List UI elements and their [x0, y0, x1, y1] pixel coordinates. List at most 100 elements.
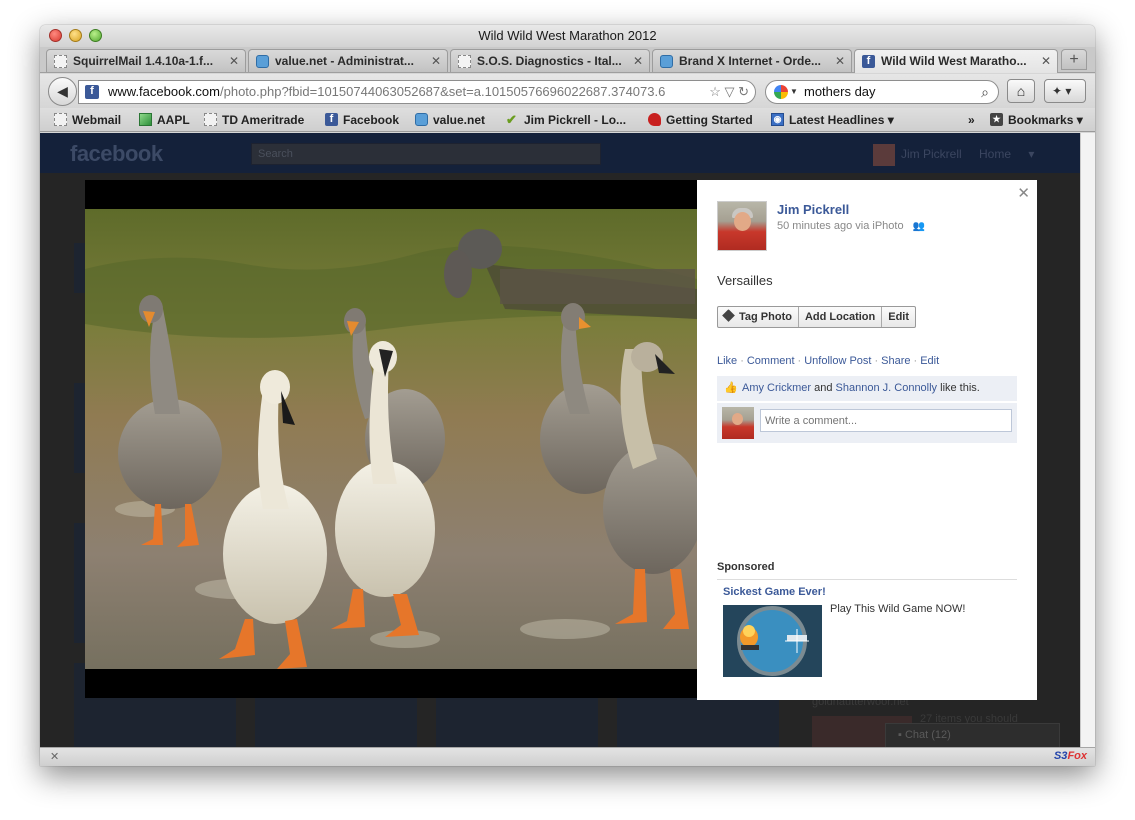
s3fox-addon-button[interactable]: S3Fox [1054, 750, 1087, 762]
photo-action-buttons: Tag Photo Add Location Edit [717, 306, 917, 328]
tab-wild-wild-west[interactable]: f Wild Wild West Maratho... ✕ [854, 49, 1058, 73]
bookmark-label: AAPL [157, 113, 190, 127]
bookmark-label: Getting Started [666, 113, 753, 127]
home-link[interactable]: Home [979, 147, 1011, 161]
home-button[interactable]: ⌂ [1007, 79, 1035, 103]
bookmarks-menu[interactable]: ★ Bookmarks ▾ [990, 108, 1083, 132]
avatar[interactable] [717, 201, 767, 251]
share-link[interactable]: Share [881, 355, 910, 367]
ad-title-link[interactable]: Sickest Game Ever! [723, 586, 826, 598]
bookmark-label: TD Ameritrade [222, 113, 305, 127]
url-bar[interactable]: f www.facebook.com/photo.php?fbid=101507… [78, 80, 756, 104]
blank-page-icon [54, 113, 67, 126]
bookmark-webmail[interactable]: Webmail [54, 108, 121, 132]
add-location-button[interactable]: Add Location [797, 307, 881, 327]
close-tab-icon[interactable]: ✕ [229, 50, 239, 72]
comment-input[interactable] [760, 409, 1012, 432]
facebook-logo[interactable]: facebook [70, 141, 163, 167]
comment-link[interactable]: Comment [747, 355, 795, 367]
bookmark-aapl[interactable]: AAPL [139, 108, 190, 132]
photo-geese[interactable] [85, 209, 697, 669]
addon-label-fox: Fox [1067, 750, 1087, 762]
engine-dropdown-icon[interactable]: ▼ [790, 81, 798, 103]
ie-page-icon [256, 55, 269, 68]
thumbs-up-icon: 👍 [724, 382, 738, 394]
bookmark-latest-headlines[interactable]: ◉ Latest Headlines ▾ [771, 108, 894, 132]
chevron-down-icon: ▾ [1065, 84, 1072, 98]
author-name[interactable]: Jim Pickrell [777, 202, 849, 217]
like-link[interactable]: Like [717, 355, 737, 367]
bookmarks-overflow-button[interactable]: » [968, 108, 975, 132]
ie-page-icon [660, 55, 673, 68]
back-button[interactable]: ◀ [48, 77, 77, 106]
chevron-down-icon[interactable]: ▾ [1028, 147, 1034, 161]
tag-icon [722, 309, 735, 322]
tab-sos-diagnostics[interactable]: S.O.S. Diagnostics - Ital... ✕ [450, 49, 650, 72]
blank-page-icon [54, 55, 67, 68]
edit-link[interactable]: Edit [920, 355, 939, 367]
chevron-down-icon: ▾ [1076, 113, 1083, 127]
facebook-icon: f [85, 85, 99, 99]
close-tab-icon[interactable]: ✕ [431, 50, 441, 72]
tab-label: S.O.S. Diagnostics - Ital... [477, 54, 622, 68]
url-domain: www.facebook.com [108, 84, 220, 99]
header-user-name[interactable]: Jim Pickrell [901, 147, 962, 161]
bookmark-label: value.net [433, 113, 486, 127]
bookmark-value-net[interactable]: value.net [415, 108, 485, 132]
addon-label-s3: S3 [1053, 750, 1068, 762]
ie-page-icon [415, 113, 428, 126]
bookmark-getting-started[interactable]: Getting Started [648, 108, 753, 132]
close-tab-icon[interactable]: ✕ [1041, 50, 1051, 72]
minimize-window-button[interactable] [69, 29, 82, 42]
firefox-icon [648, 113, 661, 126]
blank-page-icon [458, 55, 471, 68]
bookmark-star-icon[interactable]: ☆ [709, 84, 721, 99]
sponsored-heading: Sponsored [717, 561, 775, 573]
tab-value-net[interactable]: value.net - Administrat... ✕ [248, 49, 448, 72]
bookmark-label: Bookmarks [1008, 113, 1074, 127]
edit-button[interactable]: Edit [881, 307, 915, 327]
bookmark-jim-pickrell[interactable]: ✔ Jim Pickrell - Lo... [506, 108, 626, 132]
facebook-icon: f [862, 55, 875, 68]
liker-link[interactable]: Amy Crickmer [742, 382, 811, 394]
chat-label: Chat (12) [904, 729, 951, 741]
tab-squirrelmail[interactable]: SquirrelMail 1.4.10a-1.f... ✕ [46, 49, 246, 72]
history-dropdown-icon[interactable]: ▽ [724, 84, 734, 99]
close-window-button[interactable] [49, 29, 62, 42]
tab-label: SquirrelMail 1.4.10a-1.f... [73, 54, 214, 68]
close-icon[interactable]: ✕ [1017, 184, 1030, 202]
browser-window: Wild Wild West Marathon 2012 SquirrelMai… [40, 25, 1095, 766]
unfollow-post-link[interactable]: Unfollow Post [804, 355, 871, 367]
close-icon[interactable]: ✕ [50, 750, 59, 763]
chat-sidebar-button[interactable]: ▪ Chat (12) [885, 723, 1060, 748]
bookmark-label: Facebook [343, 113, 400, 127]
tag-photo-button[interactable]: Tag Photo [718, 307, 798, 327]
likes-text: like this. [940, 382, 980, 394]
avatar[interactable] [873, 144, 895, 166]
close-tab-icon[interactable]: ✕ [633, 50, 643, 72]
bookmark-td-ameritrade[interactable]: TD Ameritrade [204, 108, 304, 132]
background-thumb [617, 693, 779, 748]
zoom-window-button[interactable] [89, 29, 102, 42]
facebook-search-input[interactable]: Search [251, 143, 601, 165]
tab-brand-x[interactable]: Brand X Internet - Orde... ✕ [652, 49, 852, 72]
search-bar[interactable]: ▼ mothers day ⌕ [765, 80, 999, 104]
likes-summary: 👍 Amy Crickmer and Shannon J. Connolly l… [717, 376, 1017, 401]
chart-icon [139, 113, 152, 126]
search-icon[interactable]: ⌕ [981, 81, 989, 103]
google-icon[interactable] [774, 85, 788, 99]
liker-link[interactable]: Shannon J. Connolly [836, 382, 938, 394]
close-tab-icon[interactable]: ✕ [835, 50, 845, 72]
url-path: /photo.php?fbid=10150744063052687&set=a.… [220, 84, 666, 99]
vertical-scrollbar[interactable] [1080, 133, 1095, 748]
extension-button[interactable]: ✦ ▾ [1044, 79, 1086, 103]
bookmark-label: Webmail [72, 113, 122, 127]
bookmark-facebook[interactable]: f Facebook [325, 108, 399, 132]
ad-image[interactable] [723, 605, 822, 677]
reload-icon[interactable]: ↻ [738, 84, 749, 99]
tab-label: Brand X Internet - Orde... [679, 54, 822, 68]
audience-icon[interactable]: 👥 [913, 221, 925, 232]
ad-game-graphic [723, 605, 822, 677]
new-tab-button[interactable]: + [1061, 49, 1087, 70]
bookmarks-toolbar: Webmail AAPL TD Ameritrade f Facebook val… [40, 108, 1095, 132]
